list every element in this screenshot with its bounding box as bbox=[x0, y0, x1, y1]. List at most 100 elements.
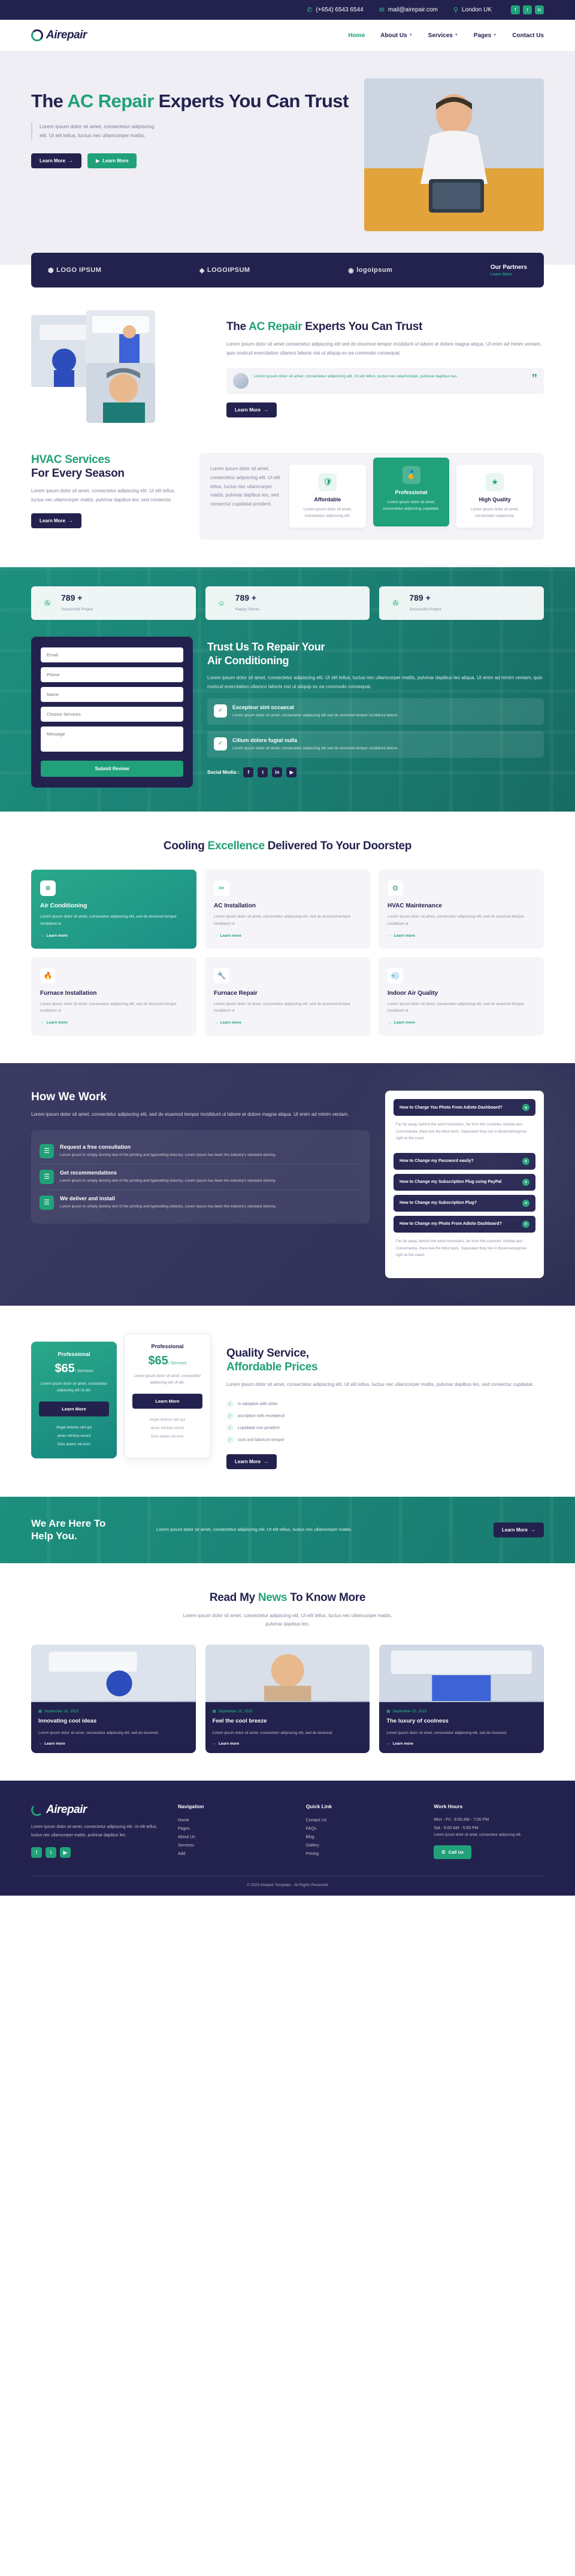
service-title: AC Installation bbox=[214, 903, 256, 910]
facebook-icon[interactable]: f bbox=[31, 1847, 42, 1858]
submit-review-button[interactable]: Submit Review bbox=[41, 761, 183, 777]
service-card-furnace-installation[interactable]: 🔥 Furnace Installation Lorem ipsum dolor… bbox=[31, 956, 196, 1036]
nav-item-contact[interactable]: Contact Us bbox=[512, 32, 544, 39]
check-icon: ✓ bbox=[226, 1436, 234, 1443]
pricing-feature: Duis autem vel eum bbox=[151, 1434, 184, 1439]
services-title: Cooling Excellence Delivered To Your Doo… bbox=[163, 840, 412, 853]
hero-secondary-button[interactable]: ▶ Learn More bbox=[87, 153, 137, 169]
partners-link[interactable]: Learn More bbox=[491, 273, 527, 277]
blog-title-accent: News bbox=[258, 1591, 288, 1604]
blog-card[interactable]: ▦ September 15, 2023 Innovating cool idea… bbox=[31, 1645, 196, 1754]
partners-title: Our Partners bbox=[490, 264, 527, 271]
hero-primary-button[interactable]: Learn More → bbox=[31, 153, 82, 169]
service-link[interactable]: → Learn more bbox=[388, 934, 535, 938]
message-field[interactable] bbox=[41, 727, 183, 752]
service-card-furnace-repair[interactable]: 🔧 Furnace Repair Lorem ipsum dolor sit a… bbox=[205, 956, 370, 1036]
footer-link-item[interactable]: Gallery bbox=[306, 1841, 416, 1849]
topbar-location[interactable]: ⚲ London UK bbox=[453, 6, 492, 14]
footer-logo-text: Airepair bbox=[46, 1803, 87, 1817]
blog-learn-more[interactable]: → Learn more bbox=[38, 1742, 189, 1746]
footer-nav-item[interactable]: Pages bbox=[178, 1824, 288, 1833]
footer-nav-item[interactable]: Home bbox=[178, 1816, 288, 1824]
blog-image bbox=[205, 1645, 370, 1703]
pricing-learn-more-button[interactable]: Learn More bbox=[39, 1401, 109, 1416]
service-card-air-conditioning[interactable]: ❄ Air Conditioning Lorem ipsum dolor sit… bbox=[31, 870, 196, 949]
logo[interactable]: Airepair bbox=[31, 29, 87, 42]
faq-question[interactable]: How to Change my Photo From Adioto Dashb… bbox=[394, 1215, 535, 1233]
twitter-icon[interactable]: t bbox=[46, 1847, 56, 1858]
check-circle-icon: ✓ bbox=[214, 737, 227, 750]
footer: Airepair Lorem ipsum dolor sit amet, con… bbox=[0, 1781, 575, 1896]
topbar-email[interactable]: ✉ mail@airepair.com bbox=[379, 6, 438, 14]
nav-item-services[interactable]: Services ▼ bbox=[428, 32, 458, 39]
cta-paragraph: Lorem ipsum dolor sit amet, consectetur … bbox=[156, 1527, 352, 1533]
faq-question[interactable]: How to Charge You Photo From Adioto Dash… bbox=[394, 1099, 535, 1116]
footer-nav-item[interactable]: Services bbox=[178, 1841, 288, 1849]
linkedin-icon[interactable]: in bbox=[535, 5, 544, 14]
hvac-title: HVAC Services For Every Season bbox=[31, 453, 125, 480]
arrow-right-icon: → bbox=[38, 1742, 43, 1746]
pricing-card-professional-1[interactable]: Professional $65/ Services Lorem ipsum d… bbox=[31, 1341, 117, 1459]
footer-nav-item[interactable]: About Us bbox=[178, 1833, 288, 1841]
footer-link-item[interactable]: Pricing bbox=[306, 1849, 416, 1858]
nav-item-pages[interactable]: Pages ▼ bbox=[474, 32, 497, 39]
footer-logo[interactable]: Airepair bbox=[31, 1803, 160, 1817]
footer-nav-item[interactable]: Add bbox=[178, 1849, 288, 1858]
youtube-icon[interactable]: ▶ bbox=[286, 767, 297, 777]
twitter-icon[interactable]: t bbox=[258, 767, 268, 777]
service-card-hvac-maintenance[interactable]: ⚙ HVAC Maintenance Lorem ipsum dolor sit… bbox=[379, 870, 544, 949]
facebook-icon[interactable]: f bbox=[243, 767, 254, 777]
linkedin-icon[interactable]: in bbox=[272, 767, 283, 777]
blog-card[interactable]: ▦ September 15, 2023 The luxury of coolne… bbox=[379, 1645, 544, 1754]
contact-title: Trust Us To Repair Your Air Conditioning bbox=[207, 641, 325, 667]
hvac-learn-more-button[interactable]: Learn More → bbox=[31, 513, 82, 528]
call-us-button[interactable]: ✆ Call Us bbox=[434, 1845, 472, 1860]
blog-learn-more[interactable]: → Learn more bbox=[213, 1742, 363, 1746]
twitter-icon[interactable]: t bbox=[523, 5, 532, 14]
topbar-phone[interactable]: ✆ (+654) 6543 6544 bbox=[307, 6, 363, 14]
feature-text: Lorem ipsum dolor sit amet, consectetur … bbox=[303, 507, 352, 519]
blog-date: ▦ September 15, 2023 bbox=[38, 1709, 79, 1714]
faq-question[interactable]: How to Change my Subscription Plug? + bbox=[394, 1194, 535, 1212]
footer-link-item[interactable]: Blog bbox=[306, 1833, 416, 1841]
youtube-icon[interactable]: ▶ bbox=[60, 1847, 71, 1858]
service-link[interactable]: → Learn more bbox=[388, 1021, 535, 1025]
faq-question[interactable]: How to Change my Subscription Plug using… bbox=[394, 1173, 535, 1191]
services-title-accent: Excellence bbox=[207, 840, 265, 853]
phone-field[interactable] bbox=[41, 667, 183, 683]
services-select[interactable] bbox=[41, 707, 183, 722]
feature-card-affordable[interactable]: 🛡 Affordable Lorem ipsum dolor sit amet,… bbox=[289, 465, 366, 528]
blog-learn-more[interactable]: → Learn more bbox=[386, 1742, 537, 1746]
about-content: The AC Repair Experts You Can Trust Lore… bbox=[226, 310, 544, 417]
step-text: Lorem ipsum to simply dummy text of the … bbox=[60, 1178, 277, 1183]
nav-item-home[interactable]: Home bbox=[348, 32, 365, 39]
faq-question[interactable]: How to Change my Password easily? + bbox=[394, 1152, 535, 1170]
arrow-right-icon: → bbox=[214, 933, 218, 938]
quote-icon: ” bbox=[531, 372, 538, 385]
footer-link-item[interactable]: Contact Us bbox=[306, 1816, 416, 1824]
faq-item: How to Change my Subscription Plug using… bbox=[394, 1173, 535, 1191]
service-link[interactable]: → Learn more bbox=[214, 934, 361, 938]
service-card-ac-installation[interactable]: ✂ AC Installation Lorem ipsum dolor sit … bbox=[205, 870, 370, 949]
social-label: Social Media : bbox=[207, 769, 240, 775]
feature-card-professional[interactable]: 🏅 Professional Lorem ipsum dolor sit ame… bbox=[373, 458, 450, 527]
hvac-feature-panel: Lorem ipsum dolor sit amet, consectetur … bbox=[199, 453, 544, 540]
service-link[interactable]: → Learn more bbox=[40, 934, 187, 938]
pricing-learn-more-button[interactable]: Learn More bbox=[132, 1393, 202, 1409]
service-link[interactable]: → Learn more bbox=[214, 1021, 361, 1025]
pricing-card-professional-2[interactable]: Professional $65/ Services Lorem ipsum d… bbox=[124, 1333, 211, 1459]
feature-card-high-quality[interactable]: ★ High Quality Lorem ipsum dolor sit ame… bbox=[456, 465, 534, 528]
service-link[interactable]: → Learn more bbox=[40, 1021, 187, 1025]
service-title: Indoor Air Quality bbox=[388, 989, 438, 997]
pricing-title: Professional bbox=[151, 1343, 184, 1349]
cta-learn-more-button[interactable]: Learn More → bbox=[493, 1522, 544, 1537]
blog-card[interactable]: ▦ September 15, 2023 Feel the cool breeze… bbox=[205, 1645, 370, 1754]
nav-item-about[interactable]: About Us ▼ bbox=[380, 32, 412, 39]
about-learn-more-button[interactable]: Learn More → bbox=[226, 402, 277, 417]
pricing-learn-more-cta[interactable]: Learn More → bbox=[226, 1454, 277, 1469]
email-field[interactable] bbox=[41, 647, 183, 663]
facebook-icon[interactable]: f bbox=[511, 5, 520, 14]
footer-link-item[interactable]: FAQs bbox=[306, 1824, 416, 1833]
name-field[interactable] bbox=[41, 687, 183, 703]
service-card-indoor-air-quality[interactable]: 💨 Indoor Air Quality Lorem ipsum dolor s… bbox=[379, 956, 544, 1036]
